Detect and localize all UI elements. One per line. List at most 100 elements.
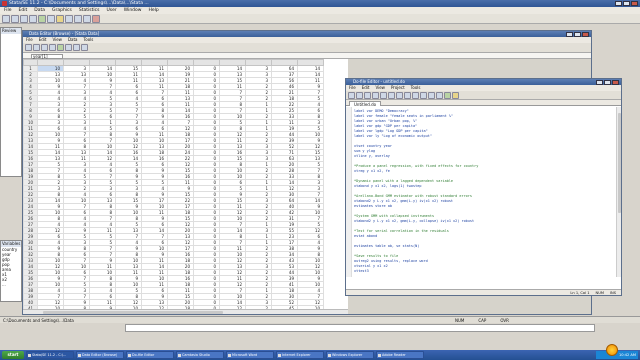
taskbar-task[interactable]: Camtasia Studio xyxy=(176,351,224,359)
ed-menu-data[interactable]: Data xyxy=(68,37,78,43)
main-title-bar[interactable]: Stata/SE 11.2 - C:\Documents and Setting… xyxy=(0,0,640,7)
find-icon[interactable] xyxy=(380,92,387,99)
ed-menu-tools[interactable]: Tools xyxy=(84,37,94,43)
do-menu-view[interactable]: View xyxy=(375,85,385,91)
do-file-code[interactable]: label var DEMO "Democracy" label var fema… xyxy=(354,109,612,274)
properties-icon[interactable] xyxy=(73,44,80,51)
ed-menu-edit[interactable]: Edit xyxy=(39,37,47,43)
menu-help[interactable]: Help xyxy=(148,7,158,14)
taskbar-task-label: Data Editor (Browse) xyxy=(82,353,118,357)
do-menu-tools[interactable]: Tools xyxy=(411,85,421,91)
do-file-title-bar[interactable]: Do-file Editor - untitled.do xyxy=(346,79,621,85)
tab-untitled-do[interactable]: Untitled.do xyxy=(349,100,382,106)
review-panel: Review xyxy=(0,27,22,177)
code-line[interactable]: xttest3 xyxy=(354,269,612,274)
do-file-text-area[interactable]: label var DEMO "Democracy" label var fema… xyxy=(346,107,621,277)
taskbar-task-label: Microsoft Word xyxy=(232,353,258,357)
minimize-icon[interactable] xyxy=(566,32,573,37)
variables-icon[interactable] xyxy=(65,44,72,51)
close-icon[interactable] xyxy=(612,80,619,85)
main-title-text: Stata/SE 11.2 - C:\Documents and Setting… xyxy=(9,1,149,6)
execute-do-icon[interactable] xyxy=(452,92,459,99)
scroll-thumb[interactable] xyxy=(618,113,621,213)
do-file-editor-icon[interactable] xyxy=(56,15,64,23)
ed-menu-file[interactable]: File xyxy=(26,37,33,43)
taskbar-task[interactable]: Windows Explorer xyxy=(326,351,374,359)
taskbar-task[interactable]: Adobe Reader xyxy=(376,351,424,359)
maximize-icon[interactable] xyxy=(623,1,630,6)
log-icon[interactable] xyxy=(29,15,37,23)
print-icon[interactable] xyxy=(20,15,28,23)
save-icon[interactable] xyxy=(33,44,40,51)
close-icon[interactable] xyxy=(631,1,638,6)
menu-window[interactable]: Window xyxy=(124,7,142,14)
snapshots-icon[interactable] xyxy=(81,44,88,51)
close-icon[interactable] xyxy=(582,32,589,37)
data-grid[interactable]: 1 10 3 14 15 11 20 0 14 3 64 14 2 13 13 10 11 14 19 0 13 3 37 1… xyxy=(23,59,348,309)
do-menu-file[interactable]: File xyxy=(349,85,356,91)
taskbar-task[interactable]: Stata/SE 11.2 - C:\... xyxy=(26,351,74,359)
graph-icon[interactable] xyxy=(47,15,55,23)
minimize-icon[interactable] xyxy=(596,80,603,85)
window-icon xyxy=(328,354,331,357)
taskbar-task[interactable]: Internet Explorer xyxy=(276,351,324,359)
data-editor-icon[interactable] xyxy=(65,15,73,23)
paste-icon[interactable] xyxy=(404,92,411,99)
scroll-thumb[interactable] xyxy=(43,311,223,314)
menu-file[interactable]: File xyxy=(4,7,12,14)
menu-data[interactable]: Data xyxy=(34,7,45,14)
save-icon[interactable] xyxy=(364,92,371,99)
open-icon[interactable] xyxy=(2,15,10,23)
command-input[interactable] xyxy=(125,324,595,332)
menu-graphics[interactable]: Graphics xyxy=(52,7,72,14)
viewer-icon[interactable] xyxy=(38,15,46,23)
menu-user[interactable]: User xyxy=(106,7,116,14)
do-menu-edit[interactable]: Edit xyxy=(362,85,370,91)
run-icon[interactable] xyxy=(444,92,451,99)
taskbar-task[interactable]: Data Editor (Browse) xyxy=(76,351,124,359)
review-header: Review xyxy=(1,28,21,34)
data-grid-hscrollbar[interactable] xyxy=(23,309,348,314)
variable-item[interactable]: ... xyxy=(1,282,21,287)
taskbar-task[interactable]: Microsoft Word xyxy=(226,351,274,359)
data-editor-title-bar[interactable]: Data Editor (Browse) - [Stata Data] xyxy=(23,31,591,37)
copy-icon[interactable] xyxy=(396,92,403,99)
print-icon[interactable] xyxy=(372,92,379,99)
outdent-icon[interactable] xyxy=(436,92,443,99)
open-icon[interactable] xyxy=(356,92,363,99)
save-icon[interactable] xyxy=(11,15,19,23)
undo-icon[interactable] xyxy=(412,92,419,99)
edit-mode-icon[interactable] xyxy=(41,44,48,51)
maximize-icon[interactable] xyxy=(574,32,581,37)
do-file-tabs: Untitled.do xyxy=(346,100,621,106)
cursor-position: Ln 1, Col 1 xyxy=(570,291,590,295)
main-status-bar: C:\Documents and Settings\...\Data NUM C… xyxy=(0,316,640,323)
do-menu-project[interactable]: Project xyxy=(391,85,405,91)
ed-menu-view[interactable]: View xyxy=(52,37,62,43)
start-button[interactable]: start xyxy=(2,351,24,359)
window-icon xyxy=(128,354,131,357)
redo-icon[interactable] xyxy=(420,92,427,99)
do-file-vscrollbar[interactable] xyxy=(616,107,621,277)
menu-edit[interactable]: Edit xyxy=(19,7,28,14)
indent-icon[interactable] xyxy=(428,92,435,99)
ovr-indicator: OVR xyxy=(500,318,509,323)
window-icon xyxy=(178,354,181,357)
open-icon[interactable] xyxy=(25,44,32,51)
taskbar-task-label: Stata/SE 11.2 - C:\... xyxy=(32,353,67,357)
window-icon xyxy=(378,354,381,357)
new-icon[interactable] xyxy=(348,92,355,99)
taskbar-task-label: Camtasia Studio xyxy=(182,353,210,357)
browse-mode-icon[interactable] xyxy=(49,44,56,51)
filter-icon[interactable] xyxy=(57,44,64,51)
data-browser-icon[interactable] xyxy=(74,15,82,23)
minimize-icon[interactable] xyxy=(615,1,622,6)
maximize-icon[interactable] xyxy=(604,80,611,85)
break-icon[interactable] xyxy=(92,15,100,23)
cut-icon[interactable] xyxy=(388,92,395,99)
variables-manager-icon[interactable] xyxy=(83,15,91,23)
ins-indicator: INS xyxy=(609,291,616,295)
menu-statistics[interactable]: Statistics xyxy=(79,7,100,14)
taskbar-task[interactable]: Do-file Editor xyxy=(126,351,174,359)
cell-reference-bar: year[1] xyxy=(23,52,591,59)
